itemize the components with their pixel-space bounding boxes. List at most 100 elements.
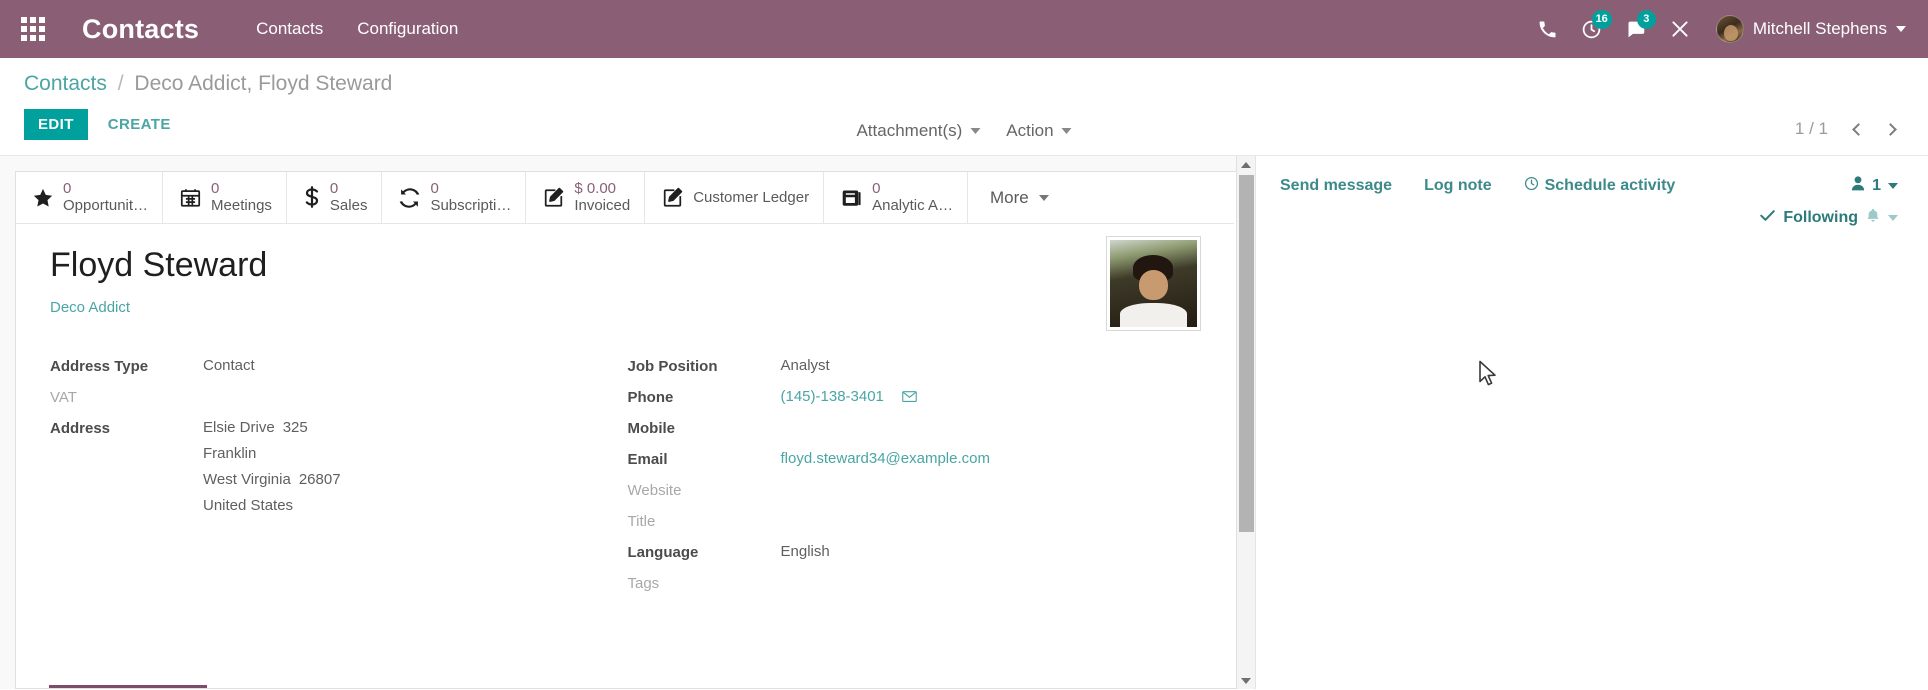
field-language[interactable]: Language English xyxy=(628,543,1206,565)
stat-button-opportunities[interactable]: 0 Opportunit… xyxy=(16,172,164,223)
stat-button-customer-ledger[interactable]: Customer Ledger xyxy=(645,172,825,223)
dollar-icon xyxy=(303,185,321,210)
address-country: United States xyxy=(203,497,294,515)
chevron-down-icon xyxy=(1038,194,1049,201)
calendar-icon xyxy=(179,187,202,209)
scroll-up-button[interactable] xyxy=(1237,156,1255,173)
field-address-type[interactable]: Address Type Contact xyxy=(50,357,628,379)
field-value-wrap: (145)-138-3401 xyxy=(781,388,918,408)
action-dropdown[interactable]: Action xyxy=(1006,121,1072,141)
messages-icon[interactable]: 3 xyxy=(1614,7,1658,51)
address-zip: 26807 xyxy=(298,471,341,489)
stat-more-dropdown[interactable]: More xyxy=(968,172,1071,223)
field-job-position[interactable]: Job Position Analyst xyxy=(628,357,1206,379)
address-state-zip-line: West Virginia 26807 xyxy=(203,471,341,488)
followers-button[interactable]: 1 xyxy=(1851,176,1898,196)
attachments-label: Attachment(s) xyxy=(856,121,963,140)
contact-photo-image xyxy=(1110,240,1197,327)
send-message-button[interactable]: Send message xyxy=(1280,177,1392,195)
followers-count: 1 xyxy=(1872,177,1881,194)
address-street-line: Elsie Drive 325 xyxy=(203,419,341,436)
form-column-right: Job Position Analyst Phone (145)-138-340… xyxy=(628,357,1206,605)
log-note-button[interactable]: Log note xyxy=(1424,177,1492,195)
action-label: Action xyxy=(1006,121,1054,140)
phone-icon[interactable] xyxy=(1526,7,1570,51)
stat-label: Analytic A… xyxy=(872,196,953,214)
field-label: Address Type xyxy=(50,358,149,376)
stat-text: Customer Ledger xyxy=(693,189,809,206)
breadcrumb-root[interactable]: Contacts xyxy=(24,72,107,95)
field-value: Analyst xyxy=(780,357,830,375)
form-vertical-scrollbar[interactable] xyxy=(1236,156,1255,689)
user-icon xyxy=(1851,176,1865,196)
sms-envelope-icon[interactable] xyxy=(902,390,918,408)
stat-value: 0 xyxy=(63,179,72,197)
field-label: Job Position xyxy=(627,358,718,376)
activity-clock-icon[interactable]: 16 xyxy=(1570,7,1614,51)
field-label: Website xyxy=(627,482,682,500)
field-email[interactable]: Email floyd.steward34@example.com xyxy=(628,450,1206,472)
book-icon xyxy=(840,187,863,209)
stat-text: 0 Sales xyxy=(329,179,368,215)
stat-button-sales[interactable]: 0 Sales xyxy=(286,172,383,223)
stat-button-analytic-accounts[interactable]: 0 Analytic A… xyxy=(824,172,968,223)
page-body: 0 Opportunit… 0 Meetings 0 Sales 0 Subsc… xyxy=(0,156,1928,689)
field-mobile[interactable]: Mobile xyxy=(628,419,1206,441)
bell-icon[interactable] xyxy=(1866,208,1880,228)
pager-next-button[interactable] xyxy=(1876,115,1904,143)
address-state: West Virginia xyxy=(203,471,291,489)
form-sheet-inner: Floyd Steward Deco Addict Address Type C… xyxy=(16,224,1239,615)
breadcrumb-separator: / xyxy=(117,72,124,95)
nav-menu-contacts[interactable]: Contacts xyxy=(244,11,335,47)
stat-button-invoiced[interactable]: $ 0.00 Invoiced xyxy=(526,172,646,223)
chevron-left-icon xyxy=(1851,122,1865,136)
stat-value: 0 xyxy=(211,179,220,197)
star-icon xyxy=(32,187,54,209)
pager-previous-button[interactable] xyxy=(1844,115,1872,143)
mouse-pointer-icon xyxy=(1478,360,1498,392)
breadcrumb-current: Deco Addict, Floyd Steward xyxy=(134,72,393,95)
user-menu[interactable]: Mitchell Stephens xyxy=(1715,15,1910,43)
scrollbar-thumb[interactable] xyxy=(1239,175,1254,532)
top-navbar: Contacts Contacts Configuration 16 3 Mit… xyxy=(0,0,1928,58)
nav-menu-configuration[interactable]: Configuration xyxy=(345,11,470,47)
apps-grid-icon[interactable] xyxy=(16,12,50,46)
chatter-topbar: Send message Log note Schedule activity … xyxy=(1280,176,1898,228)
debug-tools-icon[interactable] xyxy=(1658,7,1702,51)
field-vat[interactable]: VAT xyxy=(50,388,628,410)
stat-value: 0 xyxy=(329,179,339,197)
stat-label: Customer Ledger xyxy=(693,188,810,206)
form-fields-grid: Address Type Contact VAT Address Elsie D… xyxy=(50,357,1205,615)
create-button[interactable]: CREATE xyxy=(96,109,183,140)
scroll-down-button[interactable] xyxy=(1237,672,1255,689)
triangle-down-icon xyxy=(1241,677,1251,684)
field-address[interactable]: Address Elsie Drive 325 Franklin West Vir… xyxy=(50,419,628,523)
breadcrumb: Contacts / Deco Addict, Floyd Steward xyxy=(24,72,1904,96)
contact-photo[interactable] xyxy=(1106,236,1201,331)
address-block: Elsie Drive 325 Franklin West Virginia 268… xyxy=(203,419,341,523)
photo-face xyxy=(1138,269,1169,301)
following-toggle[interactable]: Following xyxy=(1760,208,1898,228)
stat-button-box: 0 Opportunit… 0 Meetings 0 Sales 0 Subsc… xyxy=(16,172,1234,224)
messages-badge: 3 xyxy=(1636,10,1656,29)
field-label: VAT xyxy=(50,389,77,407)
schedule-activity-button[interactable]: Schedule activity xyxy=(1524,176,1675,196)
parent-company-link[interactable]: Deco Addict xyxy=(50,299,130,316)
field-tags[interactable]: Tags xyxy=(628,574,1206,596)
attachments-dropdown[interactable]: Attachment(s) xyxy=(856,121,981,141)
field-value[interactable]: (145)-138-3401 xyxy=(781,388,884,405)
field-website[interactable]: Website xyxy=(628,481,1206,503)
address-city: Franklin xyxy=(203,445,257,463)
stat-button-subscriptions[interactable]: 0 Subscripti… xyxy=(382,172,527,223)
stat-button-meetings[interactable]: 0 Meetings xyxy=(163,172,287,223)
app-brand-title[interactable]: Contacts xyxy=(82,14,199,45)
user-name: Mitchell Stephens xyxy=(1752,19,1887,38)
field-phone[interactable]: Phone (145)-138-3401 xyxy=(628,388,1206,410)
stat-text: 0 Meetings xyxy=(211,179,272,215)
stat-label: Meetings xyxy=(211,196,272,214)
field-value[interactable]: floyd.steward34@example.com xyxy=(781,450,991,467)
edit-button[interactable]: EDIT xyxy=(24,109,88,140)
field-value: Contact xyxy=(203,357,255,375)
stat-text: 0 Opportunit… xyxy=(63,179,148,215)
field-title[interactable]: Title xyxy=(628,512,1206,534)
